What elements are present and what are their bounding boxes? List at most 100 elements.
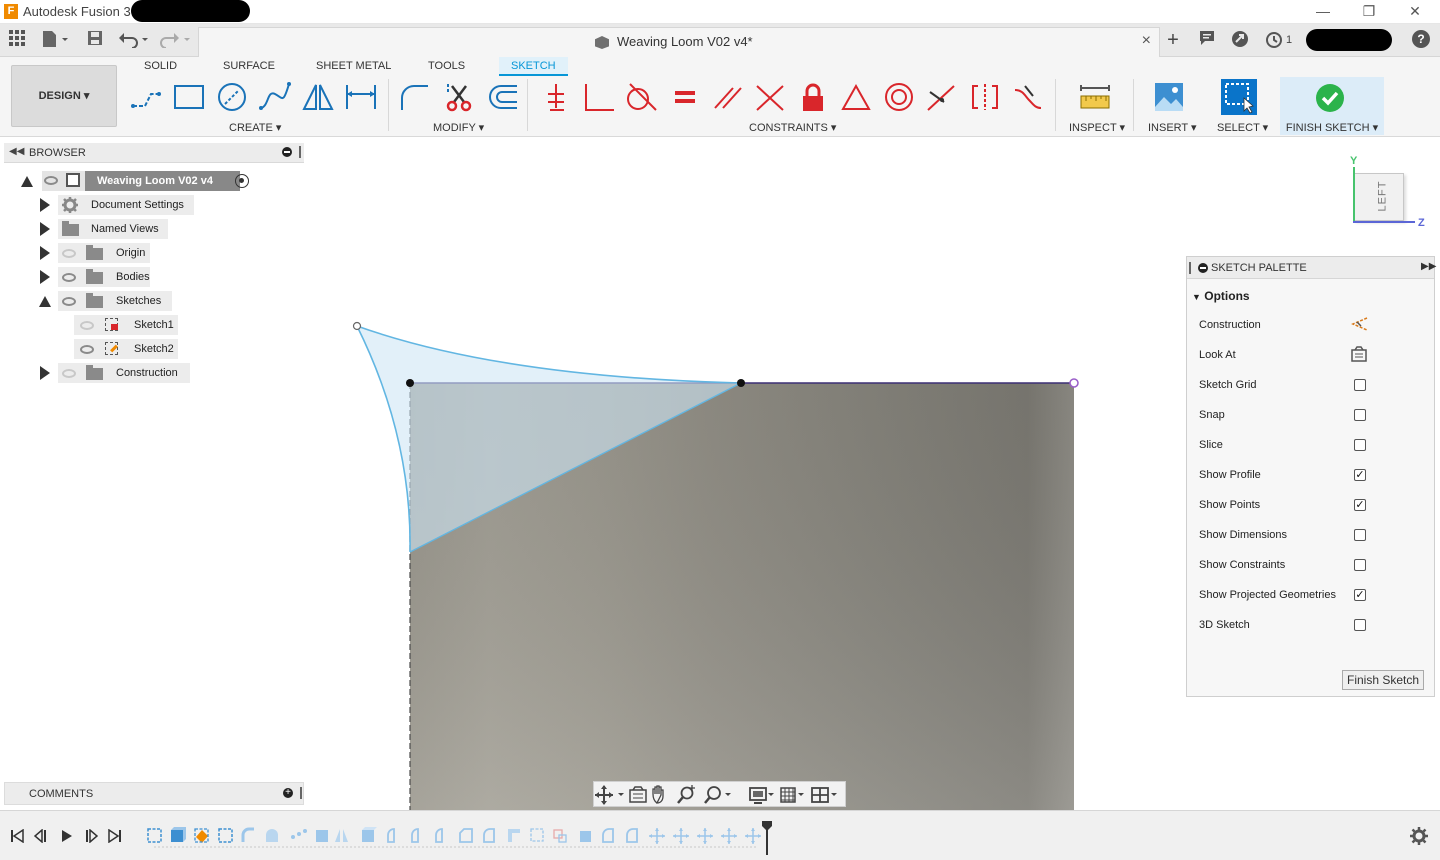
show-profile-checkbox[interactable]: ✓ (1354, 469, 1366, 481)
insert-menu[interactable]: INSERT ▾ (1148, 121, 1197, 134)
collapse-icon[interactable] (39, 296, 51, 307)
redo-icon[interactable] (160, 30, 192, 50)
previous-step-icon[interactable] (33, 828, 48, 846)
fillet-feature-icon[interactable] (241, 827, 254, 842)
midpoint-constraint-icon[interactable] (837, 80, 875, 114)
sketch-feature-icon[interactable] (147, 828, 162, 843)
tab-sheet-metal[interactable]: SHEET METAL (316, 60, 391, 72)
fillet-tool-icon[interactable] (396, 80, 434, 114)
browser-item-construction[interactable]: Construction (38, 363, 198, 383)
help-icon[interactable]: ? (1412, 30, 1432, 50)
fillet-feature-icon[interactable] (435, 828, 443, 843)
concentric-constraint-icon[interactable] (880, 80, 918, 114)
look-at-icon[interactable] (629, 786, 647, 803)
move-feature-icon[interactable] (553, 829, 567, 843)
parallel-constraint-icon[interactable] (709, 80, 747, 114)
expand-icon[interactable] (40, 246, 50, 260)
show-projected-geometries-checkbox[interactable]: ✓ (1354, 589, 1366, 601)
hidden-eye-icon[interactable] (62, 249, 76, 258)
move-feature-icon[interactable] (697, 828, 713, 844)
inspect-menu[interactable]: INSPECT ▾ (1069, 121, 1125, 134)
browser-item-sketches[interactable]: Sketches (38, 291, 178, 311)
pan-hand-icon[interactable] (652, 785, 664, 804)
save-icon[interactable] (86, 30, 104, 50)
insert-image-icon[interactable] (1150, 80, 1188, 114)
go-to-start-icon[interactable] (10, 828, 24, 846)
create-menu[interactable]: CREATE ▾ (229, 121, 281, 134)
workspace-switcher[interactable]: DESIGN ▾ (11, 65, 117, 127)
viewports-icon[interactable] (811, 787, 837, 803)
show-points-checkbox[interactable]: ✓ (1354, 499, 1366, 511)
expand-icon[interactable] (21, 176, 33, 187)
visibility-eye-icon[interactable] (80, 345, 94, 354)
extrude-feature-icon[interactable] (171, 827, 186, 842)
pattern-feature-icon[interactable] (291, 829, 307, 839)
fillet-feature-icon[interactable] (411, 828, 419, 843)
show-constraints-checkbox[interactable] (1354, 559, 1366, 571)
restore-button[interactable]: ❐ (1346, 0, 1392, 22)
move-feature-icon[interactable] (745, 828, 761, 844)
sketch-feature-orange-icon[interactable] (194, 828, 209, 843)
close-tab-icon[interactable]: × (1142, 32, 1151, 50)
activate-radio-icon[interactable] (235, 174, 249, 188)
display-settings-icon[interactable] (749, 787, 774, 804)
browser-item-origin[interactable]: Origin (38, 243, 158, 263)
fillet-feature-icon[interactable] (626, 828, 638, 843)
browser-item-sketch1[interactable]: Sketch1 (74, 315, 184, 335)
slice-checkbox[interactable] (1354, 439, 1366, 451)
circle-tool-icon[interactable] (213, 80, 251, 114)
tab-sketch[interactable]: SKETCH (499, 57, 568, 76)
browser-root[interactable]: Weaving Loom V02 v4 (18, 171, 258, 191)
show-dimensions-checkbox[interactable] (1354, 529, 1366, 541)
extrude-feature-icon[interactable] (362, 827, 377, 842)
modify-menu[interactable]: MODIFY ▾ (433, 121, 484, 134)
rectangle-tool-icon[interactable] (170, 80, 208, 114)
equal-constraint-icon[interactable] (666, 80, 704, 114)
move-feature-icon[interactable] (649, 828, 665, 844)
move-feature-icon[interactable] (721, 828, 737, 844)
fillet-feature-icon[interactable] (483, 828, 495, 843)
grid-settings-icon[interactable] (780, 787, 804, 803)
zoom-icon[interactable] (677, 785, 695, 804)
sketch-dimension-icon[interactable] (342, 80, 380, 114)
sketch-feature-icon[interactable] (530, 828, 544, 842)
view-cube-face[interactable]: LEFT (1354, 173, 1404, 221)
options-section[interactable]: ▼ Options (1192, 289, 1250, 303)
finish-sketch-button[interactable]: FINISH SKETCH ▾ (1280, 77, 1384, 135)
collinear-constraint-icon[interactable] (922, 80, 960, 114)
zoom-window-icon[interactable] (704, 786, 731, 804)
select-menu[interactable]: SELECT ▾ (1217, 121, 1268, 134)
symmetry-constraint-icon[interactable] (966, 80, 1004, 114)
mirror-feature-icon[interactable] (335, 829, 348, 842)
curvature-constraint-icon[interactable] (1009, 80, 1047, 114)
perpendicular-constraint-icon[interactable] (751, 80, 789, 114)
sketch-feature-icon[interactable] (508, 829, 520, 842)
palette-finish-sketch-button[interactable]: Finish Sketch (1342, 670, 1424, 690)
hidden-eye-icon[interactable] (62, 369, 76, 378)
expand-icon[interactable] (40, 270, 50, 284)
expand-icon[interactable] (40, 198, 50, 212)
fillet-feature-icon[interactable] (387, 828, 395, 843)
orbit-icon[interactable] (595, 785, 624, 805)
construction-icon[interactable] (1351, 317, 1369, 334)
document-tab[interactable]: Weaving Loom V02 v4* × (198, 27, 1160, 57)
panel-grip-icon[interactable] (300, 787, 302, 799)
expand-icon[interactable] (40, 366, 50, 380)
shell-feature-icon[interactable] (266, 829, 278, 842)
browser-item-document-settings[interactable]: Document Settings (38, 195, 198, 215)
coincident-constraint-icon[interactable] (580, 80, 618, 114)
palette-collapse-icon[interactable] (1198, 263, 1208, 273)
undo-icon[interactable] (118, 30, 150, 50)
minimize-button[interactable]: — (1300, 0, 1346, 22)
panel-grip-icon[interactable] (1189, 262, 1191, 274)
sketch-point-end[interactable] (1069, 378, 1079, 388)
select-icon[interactable] (1220, 79, 1258, 115)
extrude-feature-icon[interactable] (580, 831, 591, 842)
add-comment-icon[interactable]: + (283, 788, 293, 798)
horizontal-vertical-constraint-icon[interactable] (536, 80, 574, 114)
snap-checkbox[interactable] (1354, 409, 1366, 421)
trim-scissors-icon[interactable] (440, 80, 478, 114)
new-tab-icon[interactable]: + (1162, 30, 1184, 50)
fillet-feature-icon[interactable] (602, 828, 614, 843)
move-feature-icon[interactable] (673, 828, 689, 844)
